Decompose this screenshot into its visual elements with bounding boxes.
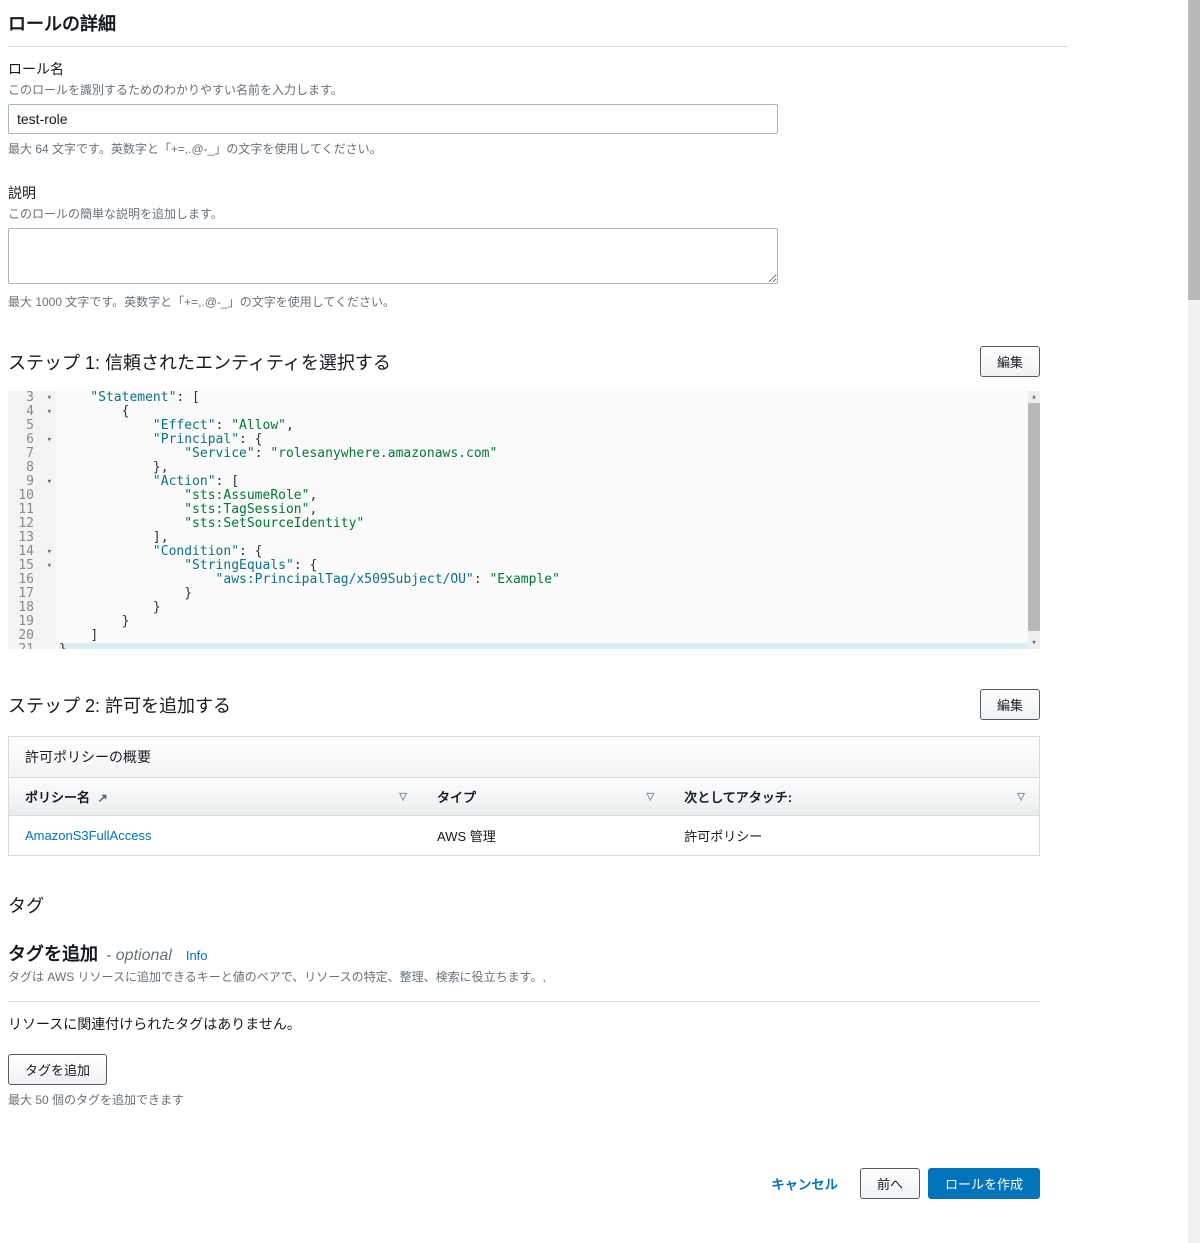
external-link-icon: ↗	[98, 791, 108, 805]
line-number: 19	[8, 615, 52, 629]
permissions-panel-title: 許可ポリシーの概要	[9, 737, 1039, 778]
line-number: 4▾	[8, 405, 52, 419]
code-line[interactable]: }	[59, 587, 1028, 601]
line-number: 14▾	[8, 545, 52, 559]
step2-title: ステップ 2: 許可を追加する	[8, 692, 231, 718]
code-line[interactable]: "Effect": "Allow",	[59, 419, 1028, 433]
editor-scroll-thumb[interactable]	[1028, 403, 1040, 631]
line-number: 10	[8, 489, 52, 503]
previous-button[interactable]: 前へ	[860, 1168, 920, 1199]
step2-edit-button[interactable]: 編集	[980, 689, 1040, 720]
permissions-summary-panel: 許可ポリシーの概要 ポリシー名 ↗ ▽ タイプ ▽ 次としてアタッチ: ▽	[8, 736, 1040, 856]
col-policy-name: ポリシー名	[25, 790, 90, 805]
line-number: 6▾	[8, 433, 52, 447]
description-below-hint: 最大 1000 文字です。英数字と「+=,.@-_」の文字を使用してください。	[8, 293, 1068, 310]
role-name-hint: このロールを識別するためのわかりやすい名前を入力します。	[8, 81, 1068, 98]
code-line[interactable]: "Principal": {	[59, 433, 1028, 447]
cancel-button[interactable]: キャンセル	[757, 1168, 852, 1199]
line-number: 12	[8, 517, 52, 531]
line-number: 11	[8, 503, 52, 517]
scroll-up-icon[interactable]: ▴	[1028, 391, 1040, 403]
tags-info-link[interactable]: Info	[186, 948, 208, 963]
line-number: 9▾	[8, 475, 52, 489]
line-number: 13	[8, 531, 52, 545]
line-number: 21	[8, 643, 52, 649]
tags-limit-hint: 最大 50 個のタグを追加できます	[8, 1091, 1068, 1108]
code-line[interactable]: "StringEquals": {	[59, 559, 1028, 573]
step1-title: ステップ 1: 信頼されたエンティティを選択する	[8, 349, 391, 375]
code-line[interactable]: "Action": [	[59, 475, 1028, 489]
sort-icon[interactable]: ▽	[399, 791, 407, 802]
fold-icon[interactable]: ▾	[44, 545, 52, 559]
code-line[interactable]: "Condition": {	[59, 545, 1028, 559]
code-line[interactable]: "sts:AssumeRole",	[59, 489, 1028, 503]
line-number: 7	[8, 447, 52, 461]
sort-icon[interactable]: ▽	[646, 791, 654, 802]
fold-icon[interactable]: ▾	[44, 559, 52, 573]
policy-type: AWS 管理	[421, 816, 668, 856]
line-number: 15▾	[8, 559, 52, 573]
fold-icon[interactable]: ▾	[44, 391, 52, 405]
trust-policy-editor[interactable]: 3▾4▾56▾789▾1011121314▾15▾161718192021 "S…	[8, 391, 1040, 649]
code-line[interactable]: }	[59, 643, 1028, 649]
policy-name-link[interactable]: AmazonS3FullAccess	[25, 828, 151, 843]
fold-icon[interactable]: ▾	[44, 433, 52, 447]
code-line[interactable]: },	[59, 461, 1028, 475]
policy-attached-as: 許可ポリシー	[668, 816, 1039, 856]
step1-edit-button[interactable]: 編集	[980, 346, 1040, 377]
code-line[interactable]: "sts:TagSession",	[59, 503, 1028, 517]
description-label: 説明	[8, 183, 1068, 203]
col-type: タイプ	[437, 790, 476, 805]
scroll-down-icon[interactable]: ▾	[1028, 637, 1040, 649]
code-line[interactable]: }	[59, 615, 1028, 629]
code-line[interactable]: {	[59, 405, 1028, 419]
sort-icon[interactable]: ▽	[1017, 791, 1025, 802]
code-line[interactable]: ]	[59, 629, 1028, 643]
line-number: 3▾	[8, 391, 52, 405]
role-name-input[interactable]	[8, 104, 778, 134]
editor-scrollbar[interactable]: ▴ ▾	[1028, 391, 1040, 649]
table-row: AmazonS3FullAccess AWS 管理許可ポリシー	[9, 816, 1039, 856]
code-line[interactable]: "Statement": [	[59, 391, 1028, 405]
code-line[interactable]: ],	[59, 531, 1028, 545]
fold-icon[interactable]: ▾	[44, 405, 52, 419]
tags-hint: タグは AWS リソースに追加できるキーと値のペアで、リソースの特定、整理、検索…	[8, 968, 1068, 985]
col-attached-as: 次としてアタッチ:	[684, 790, 792, 805]
role-name-below-hint: 最大 64 文字です。英数字と「+=,.@-_」の文字を使用してください。	[8, 140, 1068, 157]
create-role-button[interactable]: ロールを作成	[928, 1168, 1040, 1199]
description-hint: このロールの簡単な説明を追加します。	[8, 205, 1068, 222]
tags-heading: タグ	[8, 878, 1068, 932]
code-line[interactable]: "sts:SetSourceIdentity"	[59, 517, 1028, 531]
add-tag-button[interactable]: タグを追加	[8, 1054, 107, 1085]
tags-add-title: タグを追加	[8, 940, 98, 966]
role-name-label: ロール名	[8, 59, 1068, 79]
line-number: 5	[8, 419, 52, 433]
code-line[interactable]: }	[59, 601, 1028, 615]
divider	[8, 46, 1068, 47]
divider	[8, 1001, 1040, 1002]
code-line[interactable]: "aws:PrincipalTag/x509Subject/OU": "Exam…	[59, 573, 1028, 587]
line-number: 16	[8, 573, 52, 587]
page-title: ロールの詳細	[8, 0, 1068, 46]
line-number: 17	[8, 587, 52, 601]
permissions-table: ポリシー名 ↗ ▽ タイプ ▽ 次としてアタッチ: ▽ AmazonS3Full…	[9, 778, 1039, 855]
role-name-field: ロール名 このロールを識別するためのわかりやすい名前を入力します。 最大 64 …	[8, 59, 1068, 157]
code-line[interactable]: "Service": "rolesanywhere.amazonaws.com"	[59, 447, 1028, 461]
description-input[interactable]	[8, 228, 778, 284]
line-number: 20	[8, 629, 52, 643]
page-scroll-thumb[interactable]	[1188, 0, 1200, 300]
tags-empty-text: リソースに関連付けられたタグはありません。	[8, 1014, 1068, 1034]
line-number: 8	[8, 461, 52, 475]
page-scrollbar[interactable]	[1188, 0, 1200, 1243]
line-number: 18	[8, 601, 52, 615]
tags-optional-label: - optional	[106, 947, 172, 965]
fold-icon[interactable]: ▾	[44, 475, 52, 489]
description-field: 説明 このロールの簡単な説明を追加します。 最大 1000 文字です。英数字と「…	[8, 183, 1068, 310]
